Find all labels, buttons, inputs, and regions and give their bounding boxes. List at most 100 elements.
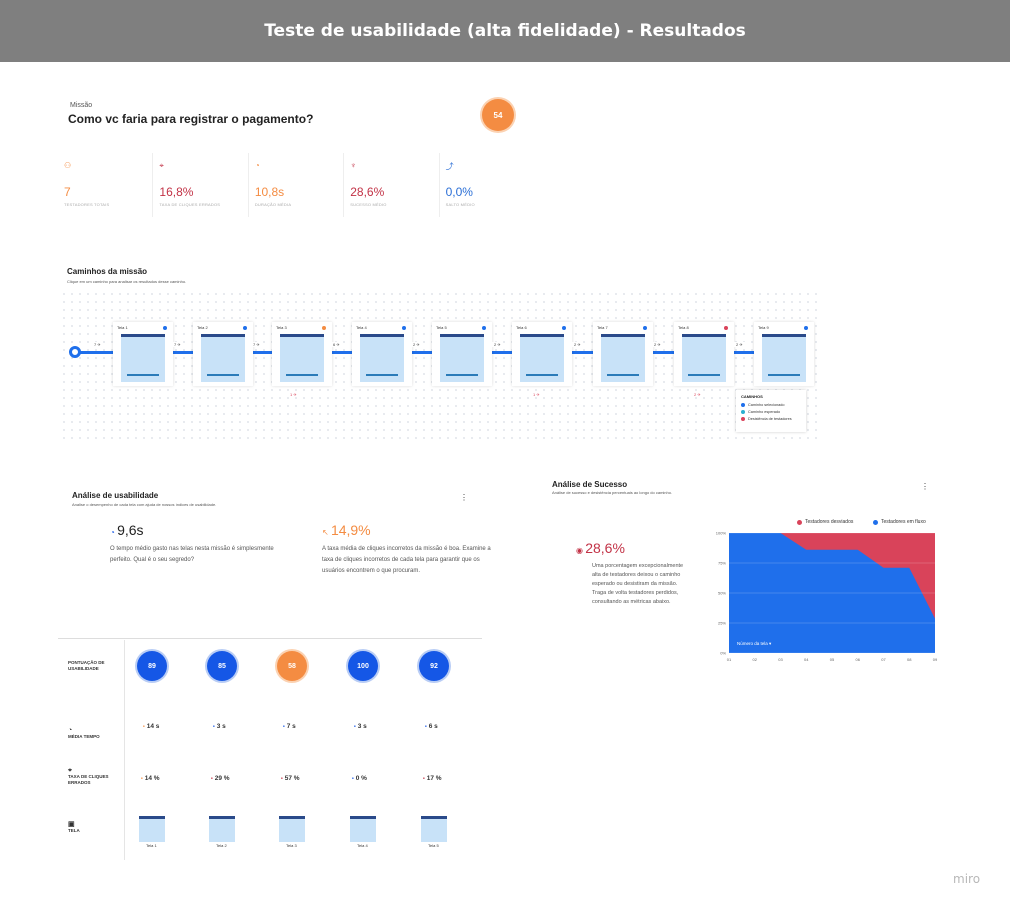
clock-icon: ◔ <box>254 161 260 170</box>
flow-start-node <box>69 346 81 358</box>
metric-value: 28,6% <box>350 185 385 199</box>
path-connector-label[interactable]: 2 ✈ <box>572 342 583 347</box>
bullet-icon: • <box>281 776 283 782</box>
usability-screen-thumbnail[interactable] <box>209 816 235 842</box>
usability-screen-thumbnail[interactable] <box>421 816 447 842</box>
usability-screen-label: Tela 3 <box>286 843 297 848</box>
screen-name: Tela 6 <box>516 325 527 330</box>
legend-deviated: Testadores desviados <box>797 519 853 525</box>
screen-thumbnail <box>121 334 165 382</box>
paths-subtitle: Clique em um caminho para analisar os re… <box>67 279 187 284</box>
bullet-icon: • <box>425 724 427 730</box>
legend-dot-deviated <box>797 519 802 525</box>
path-connector-label[interactable]: 7 ✈ <box>172 342 183 347</box>
bullet-icon: • <box>143 724 145 730</box>
screen-status-dot <box>163 326 167 330</box>
usability-screen-label: Tela 4 <box>357 843 368 848</box>
path-screen-card[interactable]: Tela 1 <box>113 322 173 386</box>
x-tick-label: 01 <box>727 657 732 662</box>
bullet-icon: • <box>354 724 356 730</box>
metric-card: ♆ 28,6% SUCESSO MÉDIO <box>344 153 440 217</box>
row-label-time: ◔ MÉDIA TEMPO <box>68 727 124 740</box>
x-tick-label: 08 <box>907 657 912 662</box>
path-connector-label[interactable]: 2 ✈ <box>492 342 503 347</box>
path-connector-label[interactable]: 2 ✈ <box>411 342 422 347</box>
screen-name: Tela 2 <box>197 325 208 330</box>
thumbnail-button <box>366 374 398 376</box>
usability-screen-thumbnail[interactable] <box>139 816 165 842</box>
legend-dot-expected <box>741 410 745 414</box>
flow-path-line[interactable] <box>75 351 775 354</box>
legend-in-flow: Testadores em fluxo <box>873 519 926 525</box>
area-chart-svg: 100% 75% 50% 25% 0%01 02 03 04 05 06 07 08 09 Número … <box>716 531 938 663</box>
usability-screen-thumbnail[interactable] <box>350 816 376 842</box>
metric-label: SUCESSO MÉDIO <box>350 202 387 207</box>
legend-dot-selected <box>741 403 745 407</box>
path-dropoff-label[interactable]: 2 ✈ <box>694 392 701 397</box>
screen-thumbnail <box>440 334 484 382</box>
path-screen-card[interactable]: Tela 2 <box>193 322 253 386</box>
thumbnail-button <box>207 374 239 376</box>
usability-score-bubble: 89 <box>137 651 167 681</box>
board-title: Teste de usabilidade (alta fidelidade) -… <box>264 21 746 41</box>
path-screen-card[interactable]: Tela 6 <box>512 322 572 386</box>
misclick-summary: ↖ 14,9% A taxa média de cliques incorret… <box>322 522 528 634</box>
success-value: ◉ 28,6% <box>576 540 625 556</box>
mission-question: Como vc faria para registrar o pagamento… <box>68 112 314 126</box>
success-subtitle: Análise de sucesso e desistência percent… <box>552 490 673 495</box>
screen-name: Tela 3 <box>276 325 287 330</box>
mission-score-badge: 54 <box>482 99 514 131</box>
x-tick-label: 02 <box>753 657 758 662</box>
metric-card: ⚇ 7 TESTADORES TOTAIS <box>58 153 154 217</box>
success-title: Análise de Sucesso <box>552 480 628 489</box>
path-connector-label[interactable]: 7 ✈ <box>251 342 262 347</box>
y-tick-label: 50% <box>718 591 726 596</box>
screen-status-dot <box>804 326 808 330</box>
path-screen-card[interactable]: Tela 3 <box>272 322 332 386</box>
success-more-icon[interactable]: ⋮ <box>921 482 929 491</box>
thumbnail-button <box>446 374 478 376</box>
screen-status-dot <box>562 326 566 330</box>
path-connector-label[interactable]: 2 ✈ <box>734 342 745 347</box>
metric-value: 10,8s <box>254 185 285 199</box>
path-connector-label[interactable]: 2 ✈ <box>652 342 663 347</box>
screen-status-dot <box>643 326 647 330</box>
metric-label: TESTADORES TOTAIS <box>64 202 110 207</box>
path-screen-card[interactable]: Tela 9 <box>754 322 814 386</box>
miro-logo: miro <box>953 872 981 886</box>
usability-screen-thumbnail[interactable] <box>279 816 305 842</box>
screen-thumbnail <box>762 334 806 382</box>
top-banner: Teste de usabilidade (alta fidelidade) -… <box>0 0 1010 62</box>
bullet-icon: • <box>352 776 354 782</box>
path-connector-label[interactable]: 7 ✈ <box>92 342 103 347</box>
path-dropoff-label[interactable]: 1 ✈ <box>533 392 540 397</box>
y-tick-label: 100% <box>716 531 727 536</box>
bullet-icon: • <box>141 776 143 782</box>
misclick-cell: • 0 % <box>352 775 367 782</box>
screen-thumbnail <box>601 334 645 382</box>
path-screen-card[interactable]: Tela 8 <box>674 322 734 386</box>
usability-more-icon[interactable]: ⋮ <box>460 493 468 502</box>
path-screen-card[interactable]: Tela 4 <box>352 322 412 386</box>
path-screen-card[interactable]: Tela 7 <box>593 322 653 386</box>
misclick-cell: • 29 % <box>211 775 230 782</box>
metric-label: DURAÇÃO MÉDIA <box>254 202 292 207</box>
metric-card: ⌖ 16,8% TAXA DE CLIQUES ERRADOS <box>153 153 249 217</box>
x-axis-selector[interactable]: Número da tela ▾ <box>737 641 772 646</box>
screen-name: Tela 7 <box>597 325 608 330</box>
y-tick-label: 75% <box>718 561 726 566</box>
usability-subtitle: Analise o desempenho de cada tela com aj… <box>72 502 217 507</box>
row-label-misclick: ⌖ TAXA DE CLIQUES ERRADOS <box>68 767 124 786</box>
screen-status-dot <box>402 326 406 330</box>
time-summary: ◔ 9,6s O tempo médio gasto nas telas nes… <box>110 522 316 634</box>
path-connector-label[interactable]: 6 ✈ <box>331 342 342 347</box>
thumbnail-button <box>127 374 159 376</box>
misclick-cell: • 17 % <box>423 775 442 782</box>
path-dropoff-label[interactable]: 1 ✈ <box>290 392 297 397</box>
time-cell: • 3 s <box>213 723 226 730</box>
path-screen-card[interactable]: Tela 5 <box>432 322 492 386</box>
usability-divider <box>58 638 482 639</box>
x-tick-label: 06 <box>856 657 861 662</box>
screen-name: Tela 5 <box>436 325 447 330</box>
success-chart: Testadores desviados Testadores em fluxo… <box>707 513 943 669</box>
